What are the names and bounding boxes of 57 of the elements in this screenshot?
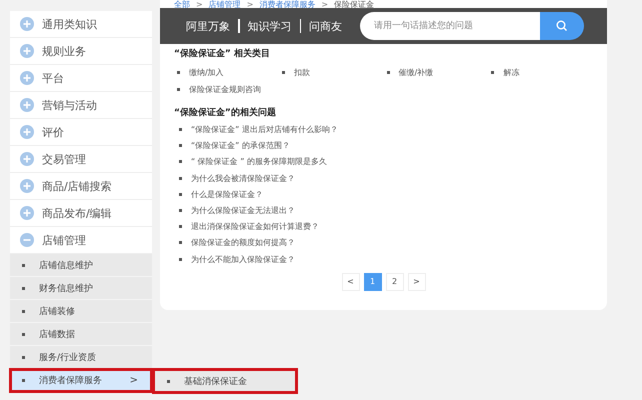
question-link[interactable]: 为什么不能加入保险保证金？ (176, 252, 593, 266)
question-link[interactable]: 为什么我会被清保险保证金？ (176, 172, 593, 185)
sidebar-item-label: 营销与活动 (42, 98, 97, 112)
sidebar-item[interactable]: 规则业务 (10, 38, 152, 65)
question-link[interactable]: 退出消保保险保证金如何计算退费？ (176, 220, 593, 234)
sidebar-item-label: 通用类知识 (42, 16, 97, 32)
search-button[interactable] (540, 12, 584, 40)
sidebar-subitem[interactable]: 店铺装修 (10, 300, 152, 323)
next-page-button[interactable]: > (408, 272, 426, 290)
sidebar-item[interactable]: 店铺管理 (10, 227, 152, 254)
sidebar-item-label: 商品/店铺搜索 (42, 178, 112, 194)
category-link[interactable]: 催缴/补缴 (384, 66, 488, 79)
section-title: “保险保证金”的相关问题 (174, 106, 277, 119)
sidebar-item[interactable]: 平台 (10, 65, 152, 92)
sidebar-item[interactable]: 交易管理 (10, 146, 152, 173)
breadcrumb-link[interactable]: 店铺管理 (208, 0, 241, 10)
prev-page-button[interactable]: < (342, 272, 360, 290)
section-title: “保险保证金” 相关类目 (174, 47, 271, 60)
sidebar-item-label: 交易管理 (42, 152, 86, 166)
flyout-item[interactable]: 基础消保保证金 (155, 374, 247, 388)
sidebar-item[interactable]: 商品发布/编辑 (10, 200, 152, 227)
sidebar-item-label: 规则业务 (42, 44, 86, 58)
sidebar-subitem[interactable]: 店铺数据 (10, 323, 152, 346)
sidebar-item-label: 评价 (42, 124, 64, 140)
category-link[interactable]: 扣款 (278, 66, 384, 79)
question-link[interactable]: “ 保险保证金 ” 的服务保障期限是多久 (176, 155, 593, 168)
question-link[interactable]: “保险保证金” 的承保范围？ (176, 139, 593, 152)
sidebar-item[interactable]: 通用类知识 (10, 11, 152, 38)
category-link[interactable]: 保险保证金规则咨询 (174, 83, 279, 96)
sidebar-item-label: 商品发布/编辑 (42, 206, 112, 220)
category-link[interactable]: 缴纳/加入 (174, 66, 279, 79)
sidebar-item-label: 平台 (42, 70, 64, 86)
sidebar-item[interactable]: 商品/店铺搜索 (10, 173, 152, 200)
sidebar-item[interactable]: 营销与活动 (10, 92, 152, 119)
breadcrumb-link[interactable]: 消费者保障服务 (259, 0, 316, 10)
page-button[interactable]: 2 (386, 272, 404, 290)
nav-link[interactable]: 知识学习 (248, 18, 292, 34)
sidebar-subitem[interactable]: 消费者保障服务 > (10, 369, 152, 392)
breadcrumb-separator: > (196, 0, 203, 10)
breadcrumb-link[interactable]: 全部 (174, 0, 190, 10)
sidebar-subitem[interactable]: 服务/行业资质 (10, 346, 152, 369)
question-link[interactable]: 什么是保险保证金？ (176, 188, 593, 201)
sidebar-item[interactable]: 评价 (10, 119, 152, 146)
search-field[interactable]: 请用一句话描述您的问题 (360, 12, 540, 40)
sidebar-subitem[interactable]: 财务信息维护 (10, 277, 152, 300)
question-link[interactable]: “保险保证金” 退出后对店铺有什么影响？ (176, 123, 593, 136)
search-icon (556, 20, 568, 32)
nav-link[interactable]: 问商友 (309, 18, 342, 34)
nav-link[interactable]: 阿里万象 (186, 18, 230, 34)
category-link[interactable]: 解冻 (488, 66, 593, 79)
sidebar-subitem[interactable]: 店铺信息维护 (10, 254, 152, 277)
question-link[interactable]: 保险保证金的额度如何提高？ (176, 236, 593, 250)
question-link[interactable]: 为什么保险保证金无法退出？ (176, 204, 593, 217)
breadcrumb-separator: > (246, 0, 254, 10)
breadcrumb-separator: > (321, 0, 328, 10)
sidebar-item-label: 店铺管理 (42, 232, 86, 248)
breadcrumb-link[interactable]: 保险保证金 (334, 0, 374, 10)
